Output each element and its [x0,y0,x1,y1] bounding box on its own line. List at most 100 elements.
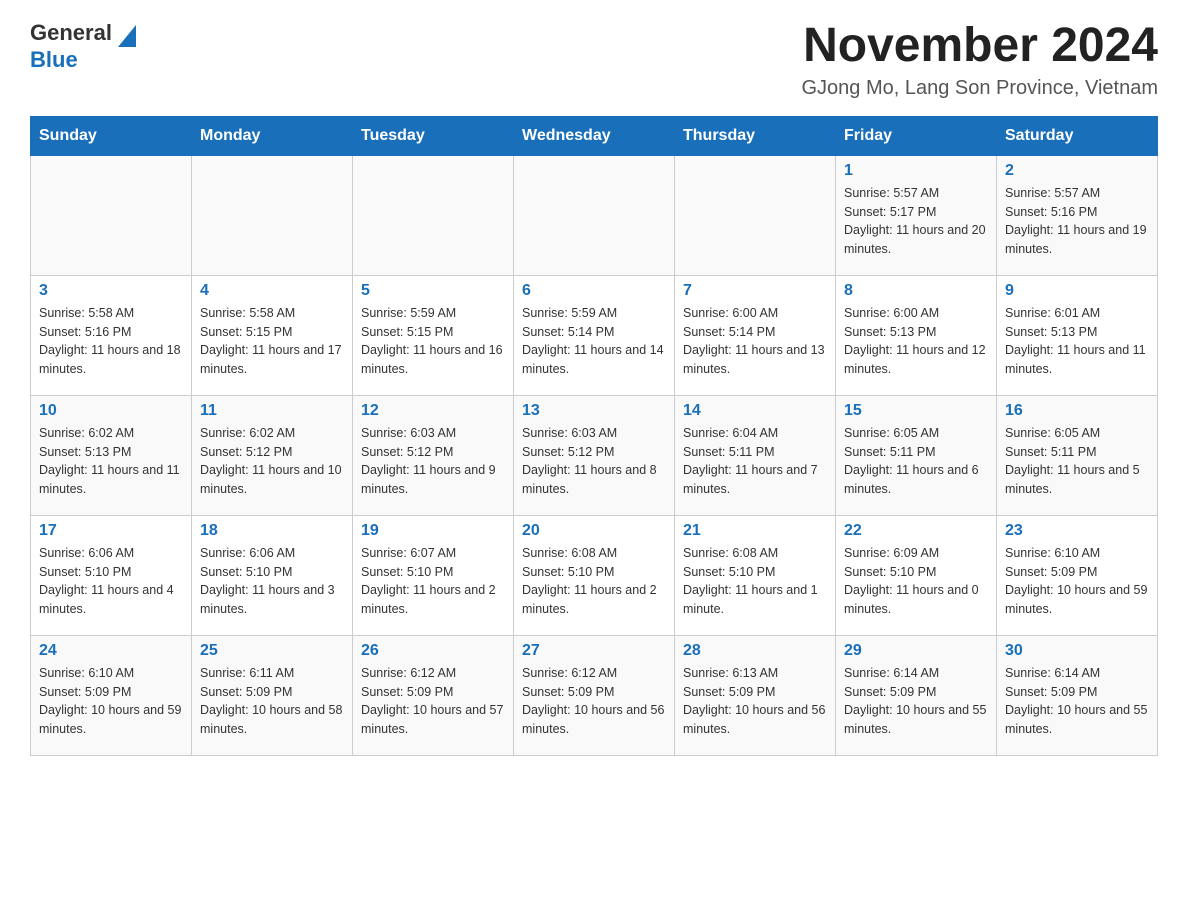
calendar-cell: 2 Sunrise: 5:57 AM Sunset: 5:16 PM Daylig… [997,155,1158,275]
calendar-cell: 9 Sunrise: 6:01 AM Sunset: 5:13 PM Daylig… [997,275,1158,395]
day-info: Sunrise: 5:59 AM Sunset: 5:14 PM Dayligh… [522,304,666,379]
day-number: 8 [844,282,988,300]
day-info: Sunrise: 6:12 AM Sunset: 5:09 PM Dayligh… [361,664,505,739]
day-info: Sunrise: 6:13 AM Sunset: 5:09 PM Dayligh… [683,664,827,739]
day-info: Sunrise: 6:00 AM Sunset: 5:14 PM Dayligh… [683,304,827,379]
header: General Blue November 2024 GJong Mo, Lan… [30,20,1158,100]
calendar-cell [675,155,836,275]
calendar-week-row: 1Sunrise: 5:57 AM Sunset: 5:17 PM Daylig… [31,155,1158,275]
day-number: 30 [1005,642,1149,660]
day-info: Sunrise: 6:00 AM Sunset: 5:13 PM Dayligh… [844,304,988,379]
day-number: 3 [39,282,183,300]
day-info: Sunrise: 6:10 AM Sunset: 5:09 PM Dayligh… [1005,544,1149,619]
calendar-cell: 26Sunrise: 6:12 AM Sunset: 5:09 PM Dayli… [353,635,514,755]
weekday-header-thursday: Thursday [675,116,836,155]
calendar-cell: 17Sunrise: 6:06 AM Sunset: 5:10 PM Dayli… [31,515,192,635]
weekday-header-friday: Friday [836,116,997,155]
day-info: Sunrise: 5:58 AM Sunset: 5:15 PM Dayligh… [200,304,344,379]
calendar-cell: 5 Sunrise: 5:59 AM Sunset: 5:15 PM Daylig… [353,275,514,395]
day-number: 4 [200,282,344,300]
calendar-cell [31,155,192,275]
calendar-cell: 23 Sunrise: 6:10 AM Sunset: 5:09 PM Dayli… [997,515,1158,635]
calendar-header-row: SundayMondayTuesdayWednesdayThursdayFrid… [31,116,1158,155]
calendar-cell: 11 Sunrise: 6:02 AM Sunset: 5:12 PM Dayli… [192,395,353,515]
day-info: Sunrise: 5:59 AM Sunset: 5:15 PM Dayligh… [361,304,505,379]
day-number: 10 [39,402,183,420]
location-title: GJong Mo, Lang Son Province, Vietnam [801,77,1158,100]
day-info: Sunrise: 6:12 AM Sunset: 5:09 PM Dayligh… [522,664,666,739]
calendar-cell: 18Sunrise: 6:06 AM Sunset: 5:10 PM Dayli… [192,515,353,635]
day-info: Sunrise: 6:06 AM Sunset: 5:10 PM Dayligh… [39,544,183,619]
day-info: Sunrise: 5:57 AM Sunset: 5:16 PM Dayligh… [1005,184,1149,259]
day-info: Sunrise: 6:06 AM Sunset: 5:10 PM Dayligh… [200,544,344,619]
weekday-header-monday: Monday [192,116,353,155]
logo-blue-text: Blue [30,47,78,72]
day-info: Sunrise: 6:05 AM Sunset: 5:11 PM Dayligh… [844,424,988,499]
day-number: 13 [522,402,666,420]
day-number: 24 [39,642,183,660]
calendar-cell: 20Sunrise: 6:08 AM Sunset: 5:10 PM Dayli… [514,515,675,635]
day-info: Sunrise: 6:02 AM Sunset: 5:12 PM Dayligh… [200,424,344,499]
day-number: 29 [844,642,988,660]
day-number: 22 [844,522,988,540]
day-info: Sunrise: 6:05 AM Sunset: 5:11 PM Dayligh… [1005,424,1149,499]
day-number: 27 [522,642,666,660]
calendar-cell: 8 Sunrise: 6:00 AM Sunset: 5:13 PM Daylig… [836,275,997,395]
calendar-cell: 10 Sunrise: 6:02 AM Sunset: 5:13 PM Dayli… [31,395,192,515]
day-number: 7 [683,282,827,300]
day-number: 11 [200,402,344,420]
day-info: Sunrise: 6:11 AM Sunset: 5:09 PM Dayligh… [200,664,344,739]
calendar-cell: 12 Sunrise: 6:03 AM Sunset: 5:12 PM Dayli… [353,395,514,515]
day-info: Sunrise: 6:10 AM Sunset: 5:09 PM Dayligh… [39,664,183,739]
day-number: 5 [361,282,505,300]
calendar-cell: 3Sunrise: 5:58 AM Sunset: 5:16 PM Daylig… [31,275,192,395]
calendar-cell: 21 Sunrise: 6:08 AM Sunset: 5:10 PM Dayli… [675,515,836,635]
calendar-cell: 6 Sunrise: 5:59 AM Sunset: 5:14 PM Daylig… [514,275,675,395]
day-number: 9 [1005,282,1149,300]
day-number: 14 [683,402,827,420]
day-info: Sunrise: 6:08 AM Sunset: 5:10 PM Dayligh… [683,544,827,619]
day-number: 15 [844,402,988,420]
calendar-week-row: 3Sunrise: 5:58 AM Sunset: 5:16 PM Daylig… [31,275,1158,395]
day-number: 12 [361,402,505,420]
calendar-week-row: 17Sunrise: 6:06 AM Sunset: 5:10 PM Dayli… [31,515,1158,635]
calendar-cell: 28 Sunrise: 6:13 AM Sunset: 5:09 PM Dayli… [675,635,836,755]
day-info: Sunrise: 6:14 AM Sunset: 5:09 PM Dayligh… [844,664,988,739]
day-info: Sunrise: 6:03 AM Sunset: 5:12 PM Dayligh… [361,424,505,499]
calendar-cell: 22 Sunrise: 6:09 AM Sunset: 5:10 PM Dayli… [836,515,997,635]
month-title: November 2024 [801,20,1158,73]
day-info: Sunrise: 6:07 AM Sunset: 5:10 PM Dayligh… [361,544,505,619]
calendar-cell: 27 Sunrise: 6:12 AM Sunset: 5:09 PM Dayli… [514,635,675,755]
day-info: Sunrise: 6:01 AM Sunset: 5:13 PM Dayligh… [1005,304,1149,379]
day-info: Sunrise: 6:02 AM Sunset: 5:13 PM Dayligh… [39,424,183,499]
day-number: 25 [200,642,344,660]
day-info: Sunrise: 6:08 AM Sunset: 5:10 PM Dayligh… [522,544,666,619]
calendar-cell [514,155,675,275]
calendar-cell: 25 Sunrise: 6:11 AM Sunset: 5:09 PM Dayli… [192,635,353,755]
calendar-cell [192,155,353,275]
logo-triangle-icon [118,25,136,47]
calendar-cell: 19 Sunrise: 6:07 AM Sunset: 5:10 PM Dayli… [353,515,514,635]
day-info: Sunrise: 6:09 AM Sunset: 5:10 PM Dayligh… [844,544,988,619]
weekday-header-wednesday: Wednesday [514,116,675,155]
day-number: 23 [1005,522,1149,540]
day-number: 28 [683,642,827,660]
day-info: Sunrise: 6:04 AM Sunset: 5:11 PM Dayligh… [683,424,827,499]
calendar-cell: 30 Sunrise: 6:14 AM Sunset: 5:09 PM Dayli… [997,635,1158,755]
day-number: 2 [1005,162,1149,180]
weekday-header-sunday: Sunday [31,116,192,155]
calendar-table: SundayMondayTuesdayWednesdayThursdayFrid… [30,116,1158,756]
calendar-cell: 16 Sunrise: 6:05 AM Sunset: 5:11 PM Dayli… [997,395,1158,515]
day-number: 6 [522,282,666,300]
day-number: 21 [683,522,827,540]
calendar-cell [353,155,514,275]
day-number: 1 [844,162,988,180]
day-number: 19 [361,522,505,540]
weekday-header-tuesday: Tuesday [353,116,514,155]
calendar-cell: 1Sunrise: 5:57 AM Sunset: 5:17 PM Daylig… [836,155,997,275]
day-number: 16 [1005,402,1149,420]
calendar-week-row: 10 Sunrise: 6:02 AM Sunset: 5:13 PM Dayli… [31,395,1158,515]
calendar-week-row: 24 Sunrise: 6:10 AM Sunset: 5:09 PM Dayli… [31,635,1158,755]
logo: General Blue [30,20,136,73]
day-info: Sunrise: 6:14 AM Sunset: 5:09 PM Dayligh… [1005,664,1149,739]
